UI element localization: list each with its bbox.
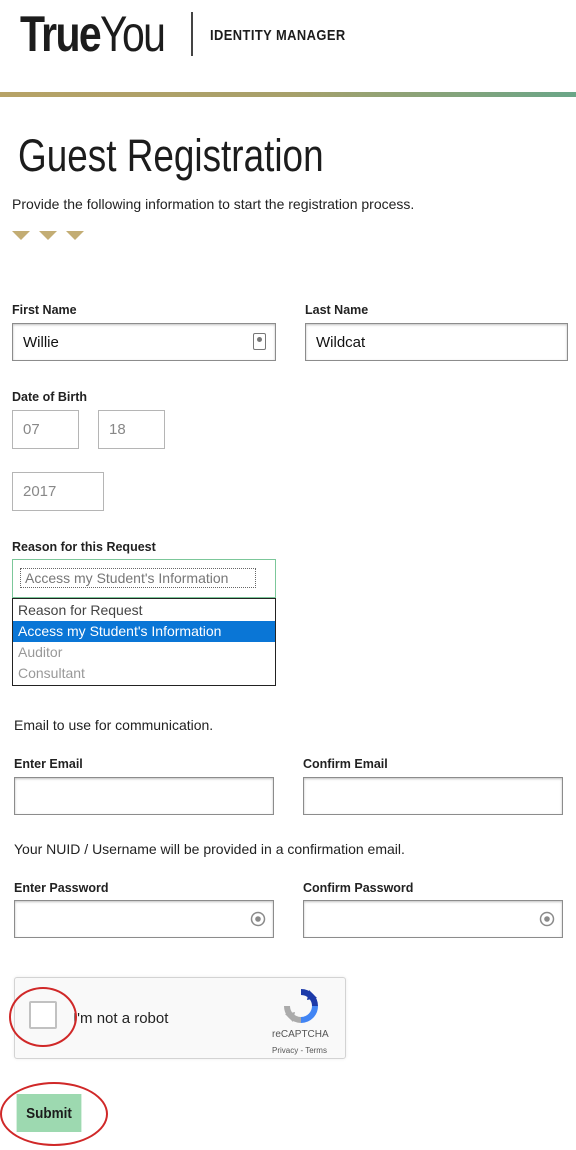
brand-logo: TrueYou — [20, 6, 166, 62]
brand-subtitle: IDENTITY MANAGER — [210, 27, 346, 44]
confirm-email-label: Confirm Email — [303, 757, 388, 771]
confirm-email-input[interactable] — [303, 777, 563, 815]
reason-label: Reason for this Request — [12, 540, 156, 554]
triangle-decoration-icon — [12, 231, 30, 240]
reason-dropdown-list: Reason for Request Access my Student's I… — [12, 598, 276, 686]
recaptcha-links[interactable]: Privacy - Terms — [272, 1046, 327, 1055]
last-name-input[interactable] — [305, 323, 568, 361]
intro-text: Provide the following information to sta… — [12, 196, 415, 212]
highlight-circle-submit — [0, 1082, 108, 1146]
first-name-wrapper — [12, 323, 276, 361]
reason-selected-value: Access my Student's Information — [20, 568, 256, 588]
confirm-password-wrapper — [303, 900, 563, 938]
highlight-circle-checkbox — [9, 987, 77, 1047]
recaptcha-brand: reCAPTCHA — [272, 1029, 329, 1040]
first-name-input[interactable] — [12, 323, 276, 361]
password-manager-icon[interactable] — [250, 911, 266, 927]
dob-day-input[interactable] — [98, 410, 165, 449]
reason-option-selected[interactable]: Access my Student's Information — [13, 621, 275, 642]
dob-month-input[interactable] — [12, 410, 79, 449]
reason-option[interactable]: Consultant — [13, 663, 275, 684]
email-input[interactable] — [14, 777, 274, 815]
recaptcha-logo-icon — [284, 989, 318, 1023]
reason-option[interactable]: Auditor — [13, 642, 275, 663]
last-name-label: Last Name — [305, 303, 369, 317]
email-label: Enter Email — [14, 757, 83, 771]
password-label: Enter Password — [14, 881, 109, 895]
password-input[interactable] — [14, 900, 274, 938]
confirm-password-label: Confirm Password — [303, 881, 414, 895]
dob-year-input[interactable] — [12, 472, 104, 511]
nuid-note: Your NUID / Username will be provided in… — [14, 841, 405, 857]
triangle-decoration-icon — [39, 231, 57, 240]
reason-option[interactable]: Reason for Request — [13, 600, 275, 621]
contact-card-icon[interactable] — [253, 333, 266, 350]
page-title: Guest Registration — [18, 130, 324, 181]
header-accent-bar — [0, 92, 576, 97]
recaptcha-label: I'm not a robot — [73, 1010, 169, 1027]
triangle-decoration-icon — [66, 231, 84, 240]
first-name-label: First Name — [12, 303, 77, 317]
password-manager-icon[interactable] — [539, 911, 555, 927]
dob-label: Date of Birth — [12, 390, 87, 404]
email-note: Email to use for communication. — [14, 717, 214, 733]
brand-divider — [191, 12, 193, 56]
reason-select[interactable]: Access my Student's Information — [12, 559, 276, 598]
confirm-password-input[interactable] — [303, 900, 563, 938]
password-wrapper — [14, 900, 274, 938]
